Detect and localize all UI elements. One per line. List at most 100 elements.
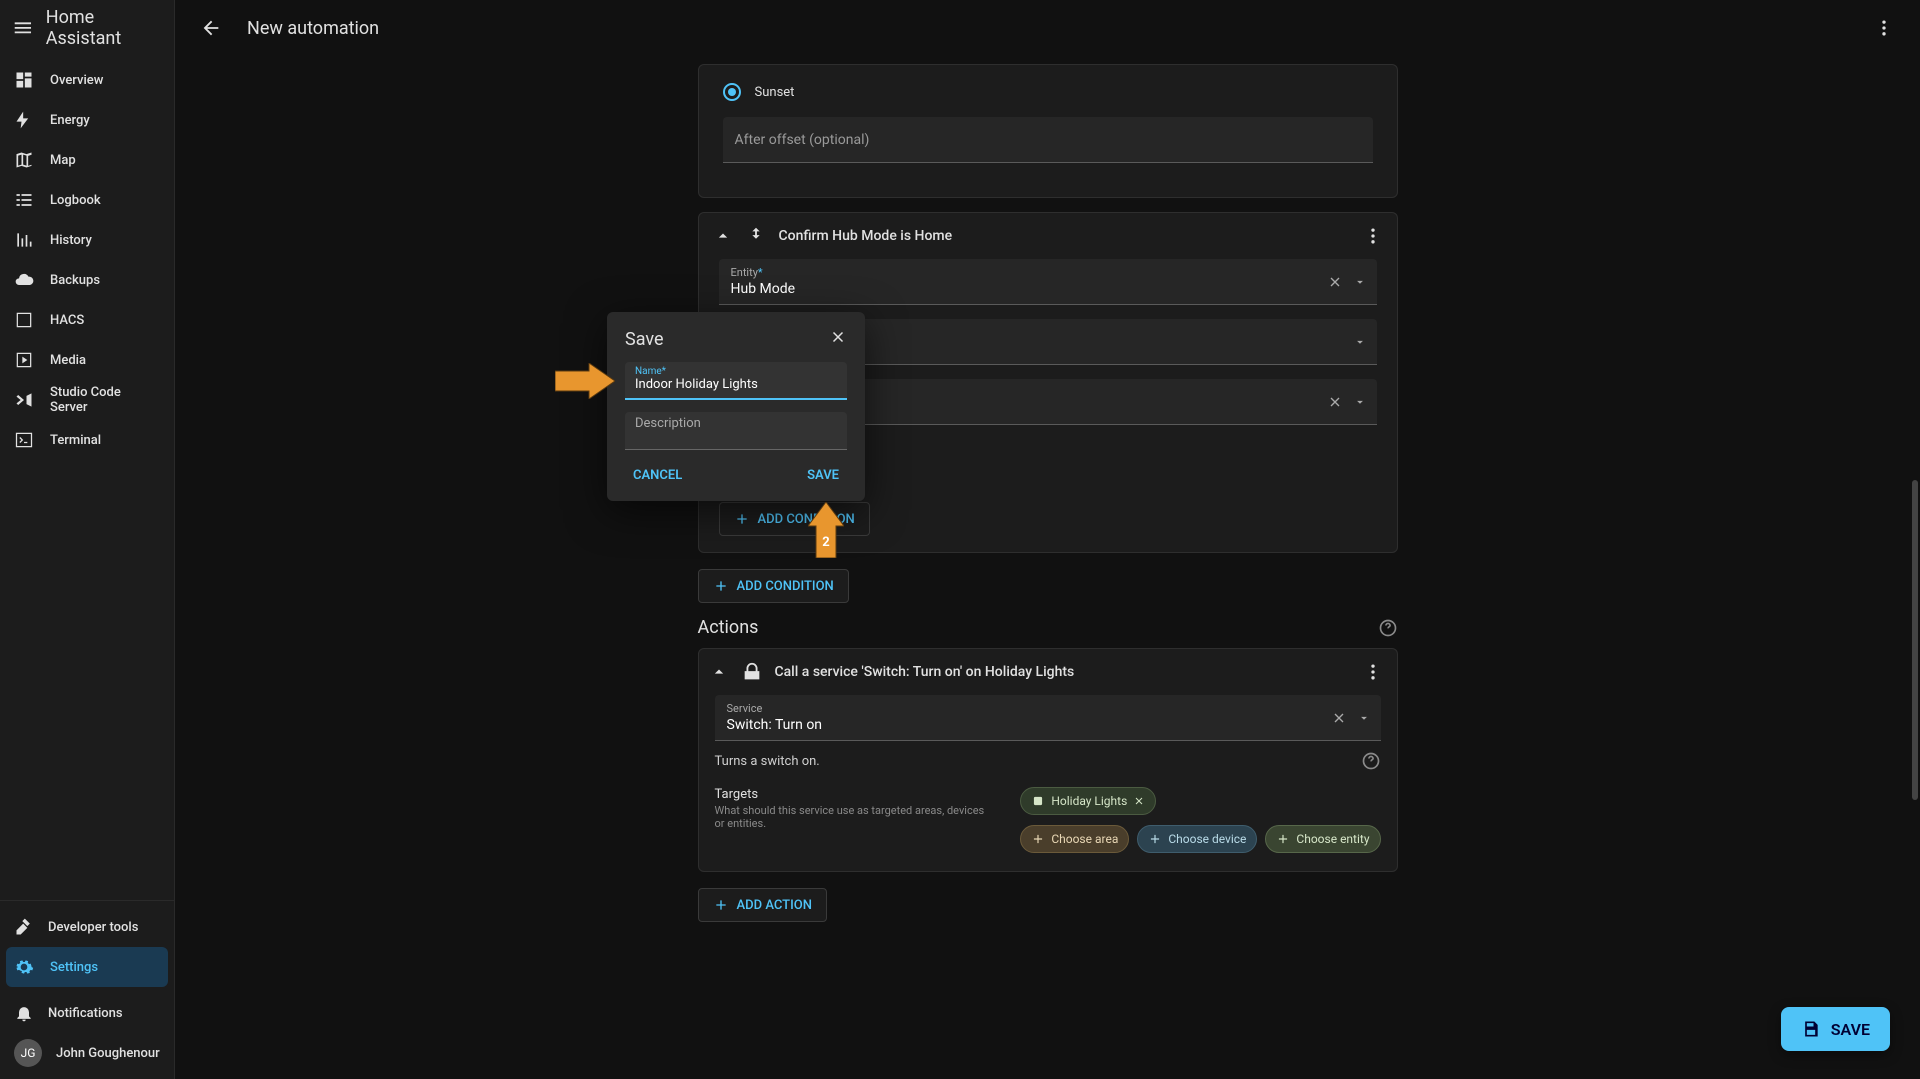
more-menu-button[interactable] <box>1864 8 1904 48</box>
dialog-save-button[interactable]: SAVE <box>799 462 847 489</box>
sidebar-item-history[interactable]: History <box>6 220 168 260</box>
chevron-up-icon[interactable] <box>709 662 729 682</box>
clear-icon[interactable] <box>1327 274 1343 290</box>
arrow-left-icon <box>200 17 222 39</box>
sidebar-item-devtools[interactable]: Developer tools <box>6 907 168 947</box>
back-button[interactable] <box>191 8 231 48</box>
add-condition-inner-button[interactable]: ADD CONDITION <box>719 502 870 536</box>
entity-field[interactable]: Entity* Hub Mode <box>719 259 1377 305</box>
action-header[interactable]: Call a service 'Switch: Turn on' on Holi… <box>699 649 1397 695</box>
plus-icon <box>713 897 729 913</box>
chevron-down-icon[interactable] <box>1353 275 1367 289</box>
target-chip-entity[interactable]: Holiday Lights <box>1020 787 1156 815</box>
help-icon[interactable] <box>1378 618 1398 638</box>
sidebar-item-label: Energy <box>50 113 90 128</box>
sidebar-item-label: Logbook <box>50 193 101 208</box>
field-placeholder: After offset (optional) <box>735 132 1361 148</box>
chevron-up-icon[interactable] <box>713 226 733 246</box>
topbar: New automation <box>175 0 1920 56</box>
dots-vertical-icon[interactable] <box>1363 226 1383 246</box>
page-title: New automation <box>247 18 379 39</box>
chevron-down-icon[interactable] <box>1353 395 1367 409</box>
save-icon <box>1801 1019 1821 1039</box>
save-dialog: Save Name* Indoor Holiday Lights Descrip… <box>607 312 865 501</box>
sidebar-item-overview[interactable]: Overview <box>6 60 168 100</box>
sidebar-item-notifications[interactable]: Notifications <box>6 993 168 1033</box>
avatar: JG <box>14 1039 42 1067</box>
sidebar-item-settings[interactable]: Settings <box>6 947 168 987</box>
clear-icon[interactable] <box>1327 394 1343 410</box>
field-label: Service <box>727 702 1369 715</box>
map-icon <box>14 150 34 170</box>
service-field[interactable]: Service Switch: Turn on <box>715 695 1381 741</box>
sidebar-item-energy[interactable]: Energy <box>6 100 168 140</box>
radio-sunset[interactable]: Sunset <box>723 83 1373 101</box>
action-title: Call a service 'Switch: Turn on' on Holi… <box>775 664 1351 680</box>
choose-device-chip[interactable]: Choose device <box>1137 825 1257 853</box>
clear-icon[interactable] <box>1331 710 1347 726</box>
radio-label: Sunset <box>755 85 795 100</box>
after-offset-field[interactable]: After offset (optional) <box>723 117 1373 163</box>
plus-icon <box>734 511 750 527</box>
chart-icon <box>14 230 34 250</box>
condition-title: Confirm Hub Mode is Home <box>779 228 1351 244</box>
bell-icon <box>14 1003 34 1023</box>
sidebar-nav: Overview Energy Map Logbook History Back… <box>0 56 174 900</box>
sidebar-item-terminal[interactable]: Terminal <box>6 420 168 460</box>
sidebar-item-logbook[interactable]: Logbook <box>6 180 168 220</box>
chip-label: Choose device <box>1168 832 1246 846</box>
help-icon[interactable] <box>1361 751 1381 771</box>
chevron-down-icon[interactable] <box>1357 711 1371 725</box>
sidebar-item-media[interactable]: Media <box>6 340 168 380</box>
dots-vertical-icon[interactable] <box>1363 662 1383 682</box>
choose-area-chip[interactable]: Choose area <box>1020 825 1129 853</box>
sidebar-item-label: Terminal <box>50 433 101 448</box>
save-fab[interactable]: SAVE <box>1781 1007 1890 1051</box>
sidebar-item-backups[interactable]: Backups <box>6 260 168 300</box>
scrollbar[interactable] <box>1912 480 1918 800</box>
sidebar-item-label: HACS <box>50 313 84 328</box>
add-condition-button[interactable]: ADD CONDITION <box>698 569 849 603</box>
field-label: Entity* <box>731 266 1365 279</box>
chevron-down-icon[interactable] <box>1353 335 1367 349</box>
condition-header[interactable]: Confirm Hub Mode is Home <box>699 213 1397 259</box>
chip-label: Choose entity <box>1296 832 1369 846</box>
sidebar-item-user[interactable]: JG John Goughenour <box>6 1033 168 1073</box>
hammer-icon <box>14 917 34 937</box>
cloud-icon <box>14 270 34 290</box>
chip-icon <box>1031 794 1045 808</box>
sidebar-item-hacs[interactable]: HACS <box>6 300 168 340</box>
sidebar-item-studio-code[interactable]: Studio Code Server <box>6 380 168 420</box>
hacs-icon <box>14 310 34 330</box>
plus-icon <box>1148 832 1162 846</box>
sidebar-item-label: Overview <box>50 73 103 88</box>
sidebar-item-label: Media <box>50 353 86 368</box>
sidebar-header: Home Assistant <box>0 0 174 56</box>
fab-label: SAVE <box>1831 1020 1870 1039</box>
dialog-cancel-button[interactable]: CANCEL <box>625 462 690 489</box>
targets-subtitle: What should this service use as targeted… <box>715 804 991 830</box>
vscode-icon <box>14 390 34 410</box>
sidebar-item-label: Map <box>50 153 76 168</box>
action-card: Call a service 'Switch: Turn on' on Holi… <box>698 648 1398 872</box>
close-icon[interactable] <box>1133 795 1145 807</box>
main: New automation Sunset After offset (opti… <box>175 0 1920 1079</box>
actions-heading-row: Actions <box>698 617 1398 638</box>
plus-icon <box>713 578 729 594</box>
menu-icon[interactable] <box>12 16 34 40</box>
chip-label: Holiday Lights <box>1051 794 1127 808</box>
sidebar-item-map[interactable]: Map <box>6 140 168 180</box>
service-icon <box>741 661 763 683</box>
sidebar-item-label: Notifications <box>48 1006 123 1021</box>
dialog-close-button[interactable] <box>829 328 847 350</box>
dialog-description-field[interactable]: Description <box>625 412 847 450</box>
brand-title: Home Assistant <box>46 7 162 49</box>
dialog-title: Save <box>625 329 664 350</box>
sidebar-item-label: Developer tools <box>48 920 138 935</box>
content[interactable]: Sunset After offset (optional) Confirm H… <box>175 56 1920 1079</box>
bolt-icon <box>14 110 34 130</box>
choose-entity-chip[interactable]: Choose entity <box>1265 825 1380 853</box>
add-action-button[interactable]: ADD ACTION <box>698 888 827 922</box>
user-name: John Goughenour <box>56 1046 160 1061</box>
dialog-name-field[interactable]: Name* Indoor Holiday Lights <box>625 362 847 400</box>
